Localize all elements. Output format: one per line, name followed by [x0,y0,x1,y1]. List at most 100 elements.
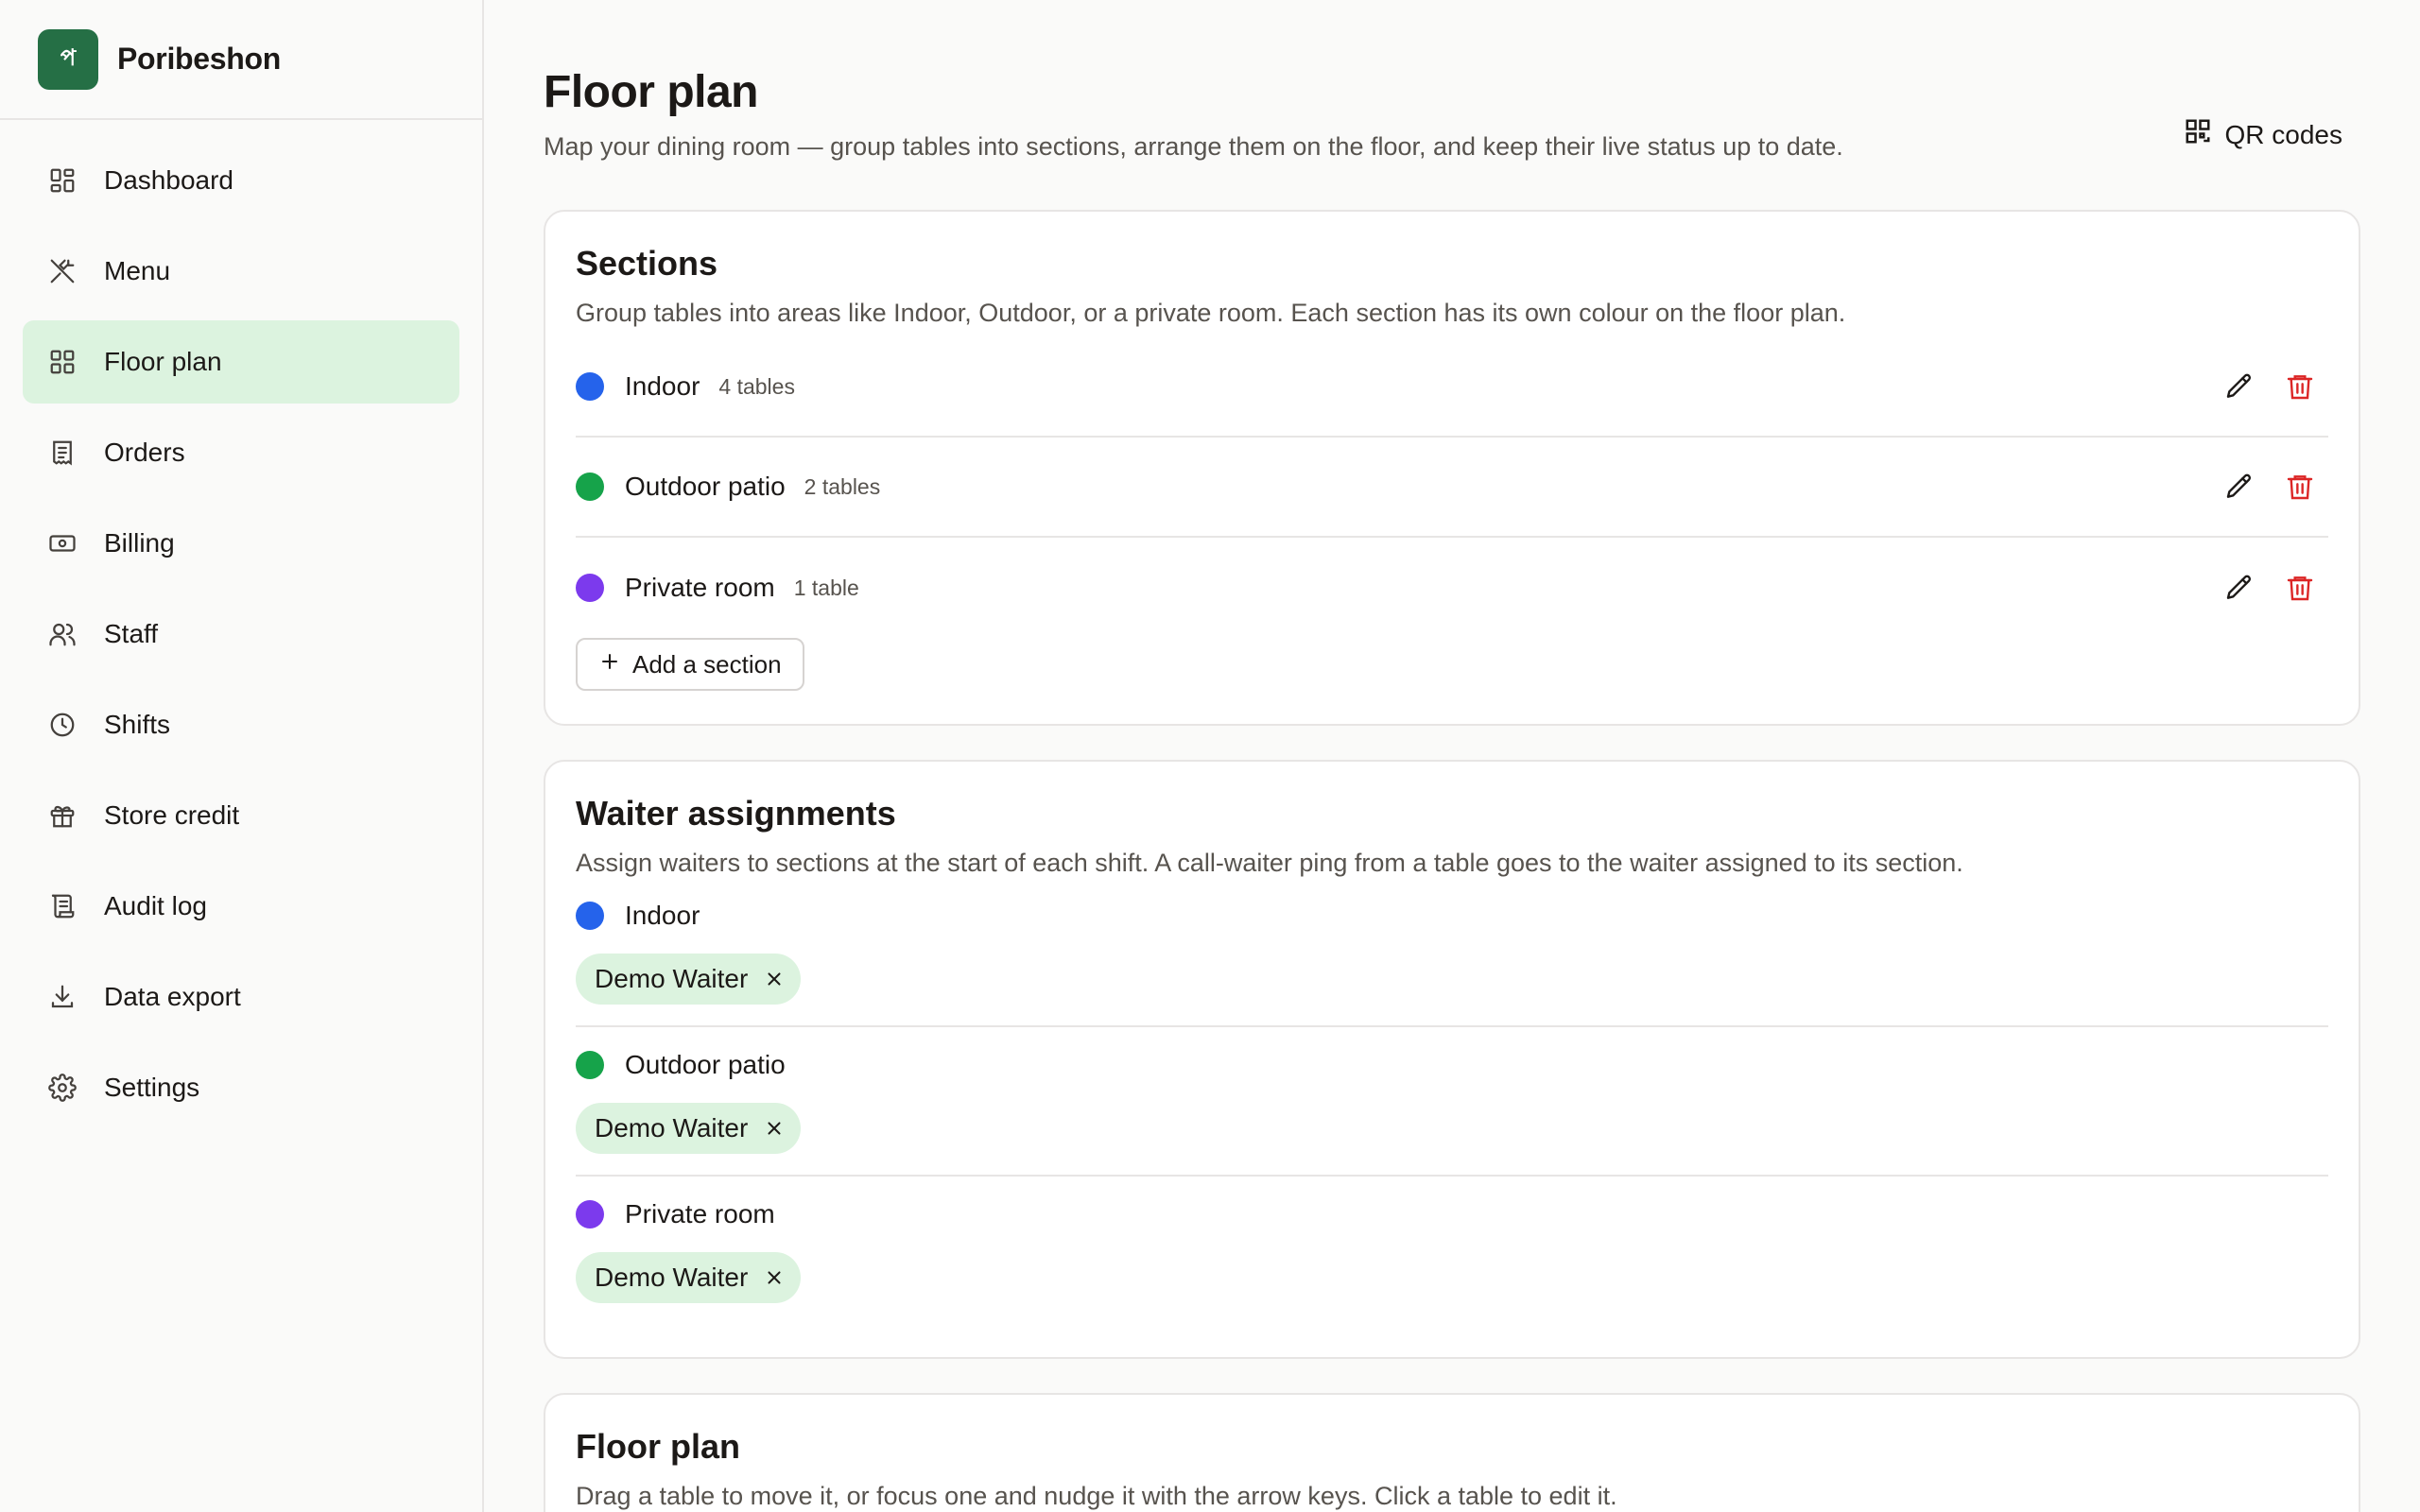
sidebar: প Poribeshon Dashboard Menu Floor plan O… [0,0,484,1512]
section-row-indoor: Indoor 4 tables [576,337,2328,438]
section-color-dot [576,1200,604,1228]
clock-icon [45,708,79,742]
remove-waiter-icon[interactable] [763,1266,786,1289]
waiter-chip: Demo Waiter [576,954,802,1005]
sidebar-item-settings[interactable]: Settings [23,1046,459,1129]
sidebar-item-label: Audit log [104,891,207,920]
sidebar-item-audit-log[interactable]: Audit log [23,865,459,948]
users-icon [45,617,79,651]
assignment-group-private-room: Private room Demo Waiter [576,1177,2328,1324]
sections-description: Group tables into areas like Indoor, Out… [576,299,1846,327]
section-color-dot [576,372,604,401]
waiter-chip: Demo Waiter [576,1103,802,1154]
assignment-group-outdoor-patio: Outdoor patio Demo Waiter [576,1027,2328,1177]
delete-trash-icon[interactable] [2283,470,2317,504]
waiter-assignments-card: Waiter assignments Assign waiters to sec… [544,760,2360,1359]
assignment-group-header: Indoor [576,897,2328,935]
sidebar-item-label: Data export [104,982,241,1011]
sidebar-item-dashboard[interactable]: Dashboard [23,139,459,222]
receipt-icon [45,436,79,470]
waiter-chip: Demo Waiter [576,1252,802,1303]
sidebar-item-label: Floor plan [104,347,222,376]
floor-plan-icon [45,345,79,379]
plus-icon [598,650,621,679]
brand-name: Poribeshon [117,42,282,76]
sidebar-item-staff[interactable]: Staff [23,593,459,676]
floor-plan-card: Floor plan Drag a table to move it, or f… [544,1393,2360,1512]
sidebar-item-label: Staff [104,619,159,648]
section-color-dot [576,902,604,930]
gear-icon [45,1071,79,1105]
sidebar-item-label: Menu [104,256,171,285]
brand[interactable]: প Poribeshon [0,0,482,120]
sections-card: Sections Group tables into areas like In… [544,210,2360,726]
sidebar-item-data-export[interactable]: Data export [23,955,459,1039]
gift-icon [45,799,79,833]
assignment-group-header: Outdoor patio [576,1046,2328,1084]
section-color-dot [576,1051,604,1079]
sections-list: Indoor 4 tables Outdoor patio 2 tables P… [576,337,2328,638]
section-actions [2222,369,2328,404]
waiter-name: Demo Waiter [595,964,749,993]
delete-trash-icon[interactable] [2283,369,2317,404]
brand-logo: প [38,28,98,90]
sidebar-item-store-credit[interactable]: Store credit [23,774,459,857]
waiter-assignments-description: Assign waiters to sections at the start … [576,849,1963,877]
add-section-label: Add a section [632,649,782,679]
sidebar-item-label: Billing [104,528,175,558]
qr-codes-label: QR codes [2224,119,2343,149]
assignment-group-indoor: Indoor Demo Waiter [576,878,2328,1027]
sidebar-item-label: Shifts [104,710,171,739]
main-content: Floor plan Map your dining room — group … [484,0,2420,1512]
section-actions [2222,571,2328,605]
download-icon [45,980,79,1014]
sidebar-nav: Dashboard Menu Floor plan Orders Billing… [0,120,482,1156]
waiter-name: Demo Waiter [595,1263,749,1292]
section-row-private-room: Private room 1 table [576,538,2328,638]
sidebar-item-floor-plan[interactable]: Floor plan [23,320,459,404]
sidebar-item-shifts[interactable]: Shifts [23,683,459,766]
section-table-count: 4 tables [718,373,795,399]
section-name: Outdoor patio [625,472,786,501]
section-color-dot [576,472,604,501]
edit-pencil-icon[interactable] [2222,369,2256,404]
edit-pencil-icon[interactable] [2222,571,2256,605]
section-actions [2222,470,2328,504]
assignment-section-name: Outdoor patio [625,1050,786,1079]
floor-plan-title: Floor plan [576,1427,740,1466]
waiter-assignments-title: Waiter assignments [576,794,896,833]
dashboard-icon [45,163,79,198]
sidebar-item-label: Store credit [104,800,240,830]
assignment-section-name: Indoor [625,901,700,930]
floor-plan-description: Drag a table to move it, or focus one an… [576,1482,1617,1510]
add-section-button[interactable]: Add a section [576,638,804,691]
section-name: Private room [625,573,775,602]
sidebar-item-label: Dashboard [104,165,233,195]
edit-pencil-icon[interactable] [2222,470,2256,504]
assignment-list: Indoor Demo Waiter Outdoor patio Demo Wa… [576,878,2328,1324]
page-title: Floor plan [544,67,758,117]
sidebar-item-billing[interactable]: Billing [23,502,459,585]
sidebar-item-orders[interactable]: Orders [23,411,459,494]
sections-title: Sections [576,244,718,283]
page-description: Map your dining room — group tables into… [544,132,1843,161]
sidebar-item-label: Settings [104,1073,200,1102]
section-row-outdoor-patio: Outdoor patio 2 tables [576,438,2328,538]
remove-waiter-icon[interactable] [763,1117,786,1140]
remove-waiter-icon[interactable] [763,968,786,990]
qr-codes-button[interactable]: QR codes [2184,117,2343,152]
delete-trash-icon[interactable] [2283,571,2317,605]
assignment-group-header: Private room [576,1195,2328,1233]
sidebar-item-label: Orders [104,438,185,467]
section-table-count: 2 tables [804,473,881,499]
waiter-name: Demo Waiter [595,1113,749,1143]
qr-code-icon [2184,117,2212,152]
section-name: Indoor [625,371,700,401]
app-root: প Poribeshon Dashboard Menu Floor plan O… [0,0,2420,1512]
banknote-icon [45,526,79,560]
utensils-icon [45,254,79,288]
sidebar-item-menu[interactable]: Menu [23,230,459,313]
section-color-dot [576,574,604,602]
section-table-count: 1 table [793,575,859,600]
scroll-icon [45,889,79,923]
